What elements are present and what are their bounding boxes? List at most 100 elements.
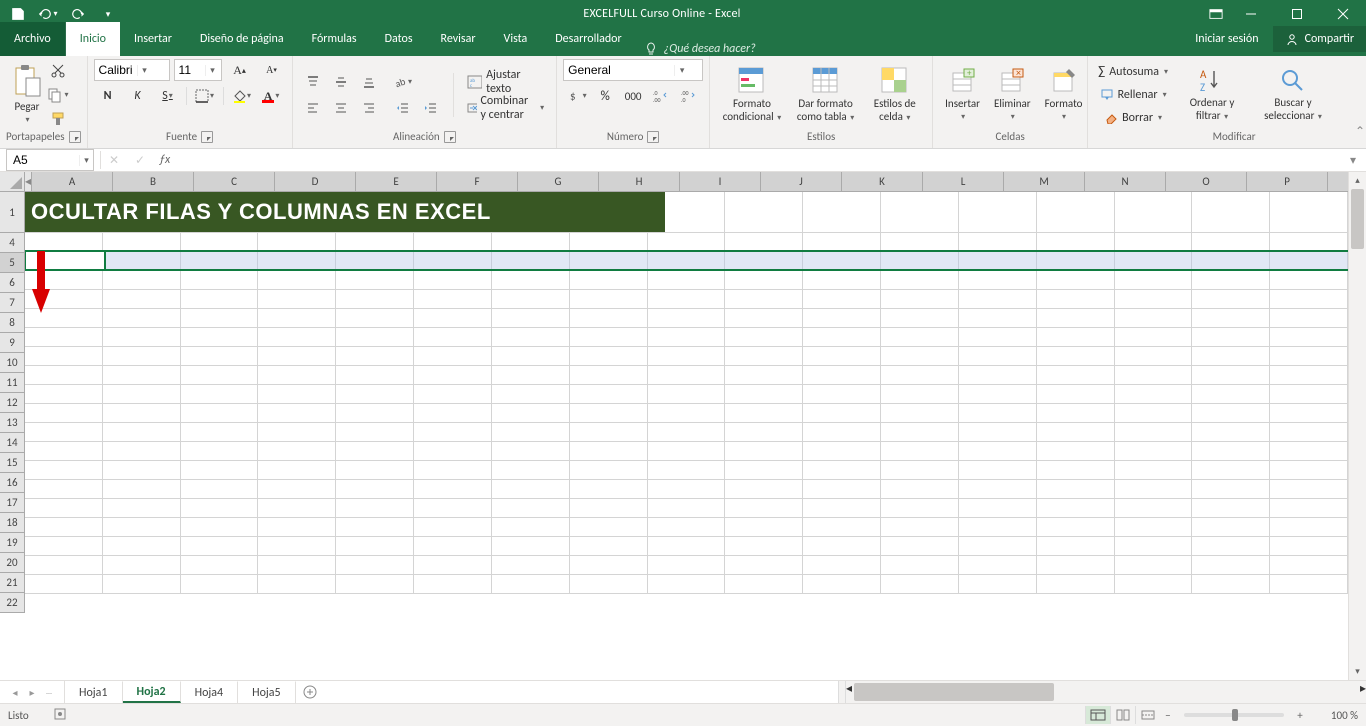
- row-header[interactable]: 11: [0, 373, 25, 393]
- cell[interactable]: [103, 365, 181, 385]
- decrease-font-button[interactable]: A▾: [258, 59, 286, 81]
- font-color-button[interactable]: A▾: [258, 85, 286, 107]
- cell[interactable]: [881, 327, 959, 347]
- row-header[interactable]: 14: [0, 433, 25, 453]
- cell[interactable]: [492, 574, 570, 594]
- cell[interactable]: [258, 536, 336, 556]
- decrease-indent-button[interactable]: [389, 97, 417, 119]
- cell[interactable]: [725, 384, 803, 404]
- cell[interactable]: [336, 327, 414, 347]
- row-header[interactable]: 16: [0, 473, 25, 493]
- cell[interactable]: [725, 308, 803, 328]
- cell[interactable]: [881, 192, 959, 233]
- row-header[interactable]: 8: [0, 313, 25, 333]
- conditional-format-button[interactable]: Formato condicional ▾: [716, 64, 788, 124]
- cell[interactable]: [25, 441, 103, 461]
- cell[interactable]: [103, 251, 181, 271]
- insert-function-button[interactable]: ƒx: [153, 153, 176, 167]
- cell[interactable]: [570, 555, 648, 575]
- cell[interactable]: [648, 555, 726, 575]
- cell[interactable]: [103, 498, 181, 518]
- cell[interactable]: [725, 574, 803, 594]
- cell[interactable]: [25, 555, 103, 575]
- name-box-dropdown[interactable]: ▾: [79, 155, 93, 166]
- cell[interactable]: [492, 498, 570, 518]
- cell[interactable]: [648, 517, 726, 537]
- cell[interactable]: [803, 536, 881, 556]
- row-header[interactable]: 20: [0, 553, 25, 573]
- cell[interactable]: [959, 460, 1037, 480]
- row-header[interactable]: 13: [0, 413, 25, 433]
- cell[interactable]: [336, 574, 414, 594]
- number-launcher[interactable]: [647, 131, 659, 143]
- cell[interactable]: [725, 536, 803, 556]
- cell[interactable]: [258, 232, 336, 252]
- cell[interactable]: [492, 460, 570, 480]
- decrease-decimal-button[interactable]: .00.0: [675, 85, 703, 107]
- cell[interactable]: [881, 574, 959, 594]
- row-header[interactable]: 17: [0, 493, 25, 513]
- row-header[interactable]: 9: [0, 333, 25, 353]
- cell[interactable]: [25, 384, 103, 404]
- cell[interactable]: [648, 365, 726, 385]
- cell[interactable]: [1192, 365, 1270, 385]
- cell[interactable]: [648, 232, 726, 252]
- zoom-level-label[interactable]: 100 %: [1308, 709, 1358, 722]
- cell[interactable]: [103, 441, 181, 461]
- cell[interactable]: [1270, 403, 1348, 423]
- cell[interactable]: [336, 498, 414, 518]
- cell[interactable]: [1115, 460, 1193, 480]
- ribbon-tab-insertar[interactable]: Insertar: [120, 22, 186, 56]
- cell[interactable]: [492, 517, 570, 537]
- find-select-button[interactable]: Buscar y seleccionar ▾: [1252, 65, 1334, 123]
- cell[interactable]: [570, 517, 648, 537]
- sheet-nav[interactable]: ◂ ▸ …: [0, 681, 65, 703]
- cell[interactable]: [336, 536, 414, 556]
- cell[interactable]: [1115, 574, 1193, 594]
- cell[interactable]: [336, 251, 414, 271]
- cell[interactable]: [1115, 251, 1193, 271]
- cell[interactable]: [1115, 384, 1193, 404]
- cell[interactable]: [1192, 327, 1270, 347]
- cell[interactable]: [25, 574, 103, 594]
- cut-button[interactable]: [44, 60, 72, 82]
- row-header[interactable]: 10: [0, 353, 25, 373]
- orientation-button[interactable]: ab▾: [389, 71, 417, 93]
- cell[interactable]: [1192, 460, 1270, 480]
- cell[interactable]: [181, 346, 259, 366]
- cell[interactable]: [336, 270, 414, 290]
- cell[interactable]: [181, 479, 259, 499]
- ribbon-tab-fórmulas[interactable]: Fórmulas: [298, 22, 371, 56]
- scroll-first-col-button[interactable]: ◂: [25, 172, 32, 192]
- cell[interactable]: [803, 308, 881, 328]
- cell[interactable]: [1192, 555, 1270, 575]
- cell[interactable]: [25, 232, 103, 252]
- cell[interactable]: [1192, 192, 1270, 233]
- column-header[interactable]: I: [680, 172, 761, 192]
- cell[interactable]: [492, 289, 570, 309]
- cell[interactable]: [959, 422, 1037, 442]
- sheet-nav-prev[interactable]: ◂: [8, 686, 22, 699]
- cell[interactable]: [336, 479, 414, 499]
- cell[interactable]: [1270, 422, 1348, 442]
- copy-button[interactable]: ▾: [44, 84, 72, 106]
- cell[interactable]: [1037, 308, 1115, 328]
- cell[interactable]: [1115, 289, 1193, 309]
- cell[interactable]: [648, 327, 726, 347]
- cell[interactable]: [492, 384, 570, 404]
- cell[interactable]: [570, 422, 648, 442]
- row-headers[interactable]: 145678910111213141516171819202122: [0, 192, 25, 613]
- cell[interactable]: [1037, 384, 1115, 404]
- autosum-button[interactable]: ∑Autosuma▾: [1094, 61, 1172, 83]
- clear-button[interactable]: Borrar▾: [1094, 107, 1172, 129]
- align-left-button[interactable]: [299, 97, 327, 119]
- cell[interactable]: [803, 365, 881, 385]
- cell[interactable]: [1192, 308, 1270, 328]
- formula-input[interactable]: [176, 150, 1344, 170]
- cell[interactable]: [414, 555, 492, 575]
- cell[interactable]: [103, 346, 181, 366]
- cell[interactable]: [1037, 403, 1115, 423]
- cell[interactable]: [336, 289, 414, 309]
- cell[interactable]: [336, 403, 414, 423]
- cell[interactable]: [414, 327, 492, 347]
